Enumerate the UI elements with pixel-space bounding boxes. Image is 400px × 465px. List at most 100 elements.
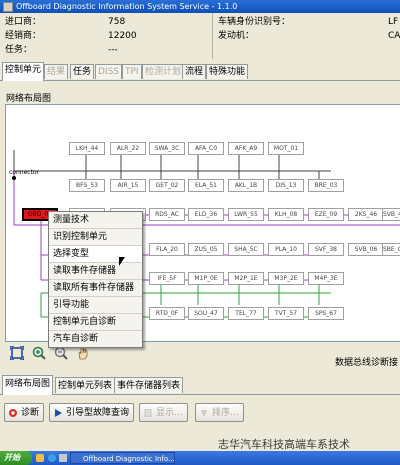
- task-label: 任务：: [5, 45, 33, 55]
- tab-flow[interactable]: 流程: [182, 64, 207, 79]
- dealer-value: 12200: [108, 31, 137, 41]
- guided-fault-label: 引导型故障查询: [66, 408, 130, 418]
- ecu-node[interactable]: EZE_09: [308, 208, 344, 221]
- ecu-node[interactable]: FLA_20: [149, 243, 185, 256]
- importer-value: 758: [108, 17, 126, 27]
- engine-value: CA: [388, 31, 400, 41]
- zoom-out-icon[interactable]: [54, 346, 68, 360]
- ecu-node[interactable]: AKL_1B: [228, 179, 264, 192]
- ecu-node[interactable]: SHA_5C: [228, 243, 264, 256]
- menu-item-vehicle-self-diagnosis[interactable]: 汽车自诊断: [49, 331, 142, 347]
- ecu-node[interactable]: M1P_0E: [188, 272, 224, 285]
- diagnose-label: 诊断: [21, 408, 40, 418]
- menu-item-read-all-event-memory[interactable]: 读取所有事件存储器: [49, 280, 142, 297]
- ecu-node[interactable]: LKH_44: [69, 142, 105, 155]
- ecu-node[interactable]: DIS_13: [268, 179, 304, 192]
- stop-circle-icon: [9, 409, 17, 417]
- info-row-dealer: 经销商： 12200 发动机： CA: [0, 29, 400, 43]
- ecu-node[interactable]: SWA_3C: [149, 142, 185, 155]
- ecu-node[interactable]: TEL_77: [228, 307, 264, 320]
- ecu-node[interactable]: M2P_1E: [228, 272, 264, 285]
- ecu-node[interactable]: SVF_38: [308, 243, 344, 256]
- menu-item-ecu-self-diagnosis[interactable]: 控制单元自诊断: [49, 314, 142, 331]
- network-title: 网络布局图: [6, 94, 52, 104]
- ecu-node[interactable]: SVB_06: [348, 243, 384, 256]
- ecu-node[interactable]: M3P_2E: [268, 272, 304, 285]
- action-buttonbar: 诊断 引导型故障查询 显示... 排序...: [0, 400, 400, 424]
- ecu-node[interactable]: SBE_CF: [382, 243, 400, 256]
- ecu-node[interactable]: ELA_51: [188, 179, 224, 192]
- ecu-node[interactable]: 2KS_46: [348, 208, 384, 221]
- show-button[interactable]: 显示...: [139, 403, 188, 422]
- sort-icon: [201, 410, 207, 416]
- watermark-text: 志华汽车科技高端车系技术: [218, 438, 350, 451]
- ecu-node[interactable]: KLH_08: [268, 208, 304, 221]
- app-icon: [3, 2, 13, 12]
- diagnose-button[interactable]: 诊断: [4, 403, 45, 422]
- connector-label: connector: [9, 169, 40, 176]
- tab-diss[interactable]: DISS: [95, 64, 123, 79]
- sort-label: 排序...: [212, 408, 239, 418]
- tab-ecu-list[interactable]: 控制单元列表: [55, 377, 116, 393]
- tab-event-memory-list[interactable]: 事件存储器列表: [114, 377, 184, 393]
- guided-fault-finding-button[interactable]: 引导型故障查询: [49, 403, 135, 422]
- ecu-node[interactable]: AFA_C0: [188, 142, 224, 155]
- menu-item-identify-ecu[interactable]: 识别控制单元: [49, 229, 142, 246]
- ecu-node[interactable]: SVB_47: [382, 208, 400, 221]
- ecu-node[interactable]: ELD_36: [188, 208, 224, 221]
- ecu-node[interactable]: AIR_15: [110, 179, 146, 192]
- ecu-node[interactable]: AFK_A9: [228, 142, 264, 155]
- ecu-node[interactable]: GET_02: [149, 179, 185, 192]
- start-button[interactable]: 开始: [0, 451, 32, 465]
- sort-button[interactable]: 排序...: [195, 403, 244, 422]
- document-icon: [144, 409, 152, 417]
- tab-tpi[interactable]: TPI: [122, 64, 142, 79]
- menu-item-read-event-memory[interactable]: 读取事件存储器: [49, 263, 142, 280]
- mouse-cursor: [119, 257, 125, 266]
- info-row-task: 任务： ---: [0, 43, 400, 57]
- ecu-node[interactable]: ALR_22: [110, 142, 146, 155]
- desktop-icon[interactable]: [59, 454, 67, 462]
- ecu-node[interactable]: RDS_AC: [149, 208, 185, 221]
- hand-pan-icon[interactable]: [76, 346, 90, 360]
- task-value: ---: [108, 45, 118, 55]
- ecu-node[interactable]: RTD_0F: [149, 307, 185, 320]
- context-menu: 测量技术 识别控制单元 选择变型 读取事件存储器 读取所有事件存储器 引导功能 …: [48, 211, 143, 348]
- bus-diagnostic-status: 数据总线诊断接: [335, 358, 399, 368]
- fit-view-icon[interactable]: [10, 346, 24, 360]
- tab-tasks[interactable]: 任务: [70, 64, 95, 79]
- ecu-node[interactable]: TVT_57: [268, 307, 304, 320]
- menu-item-measurement[interactable]: 测量技术: [49, 212, 142, 229]
- ecu-node[interactable]: LWR_55: [228, 208, 264, 221]
- ecu-node[interactable]: IFE_5F: [149, 272, 185, 285]
- ecu-node[interactable]: BRE_03: [308, 179, 344, 192]
- info-row-importer: 进口商： 758 车辆身份识别号： LF: [0, 15, 400, 29]
- tab-network-layout[interactable]: 网络布局图: [2, 375, 54, 395]
- menu-item-guided-functions[interactable]: 引导功能: [49, 297, 142, 314]
- vin-label: 车辆身份识别号：: [218, 17, 291, 27]
- engine-label: 发动机：: [218, 31, 255, 41]
- tab-control-unit[interactable]: 控制单元: [2, 62, 45, 81]
- quicklaunch-icon[interactable]: [36, 454, 44, 462]
- ecu-node[interactable]: ZUS_05: [188, 243, 224, 256]
- vin-value: LF: [388, 17, 399, 27]
- zoom-in-icon[interactable]: [32, 346, 46, 360]
- ecu-node[interactable]: SPS_67: [308, 307, 344, 320]
- ecu-node[interactable]: BFS_53: [69, 179, 105, 192]
- play-icon: [55, 409, 62, 417]
- tab-test-plan[interactable]: 检测计划: [142, 64, 185, 79]
- window-titlebar[interactable]: Offboard Diagnostic Information System S…: [0, 0, 400, 13]
- browser-icon[interactable]: [48, 454, 56, 462]
- view-tabbar: 网络布局图 控制单元列表 事件存储器列表: [0, 374, 400, 395]
- main-tabbar: 控制单元 结果 任务 DISS TPI 检测计划 流程 特殊功能: [0, 62, 400, 81]
- taskbar-item-odis[interactable]: Offboard Diagnostic Info...: [70, 452, 175, 464]
- ecu-node[interactable]: PLA_10: [268, 243, 304, 256]
- importer-label: 进口商：: [5, 17, 42, 27]
- ecu-node[interactable]: MOT_01: [268, 142, 304, 155]
- tab-special-functions[interactable]: 特殊功能: [206, 64, 249, 79]
- ecu-node[interactable]: M4P_3E: [308, 272, 344, 285]
- ecu-node[interactable]: SOU_47: [188, 307, 224, 320]
- tab-results[interactable]: 结果: [44, 64, 69, 79]
- menu-item-select-variant[interactable]: 选择变型: [49, 246, 142, 263]
- dealer-label: 经销商：: [5, 31, 42, 41]
